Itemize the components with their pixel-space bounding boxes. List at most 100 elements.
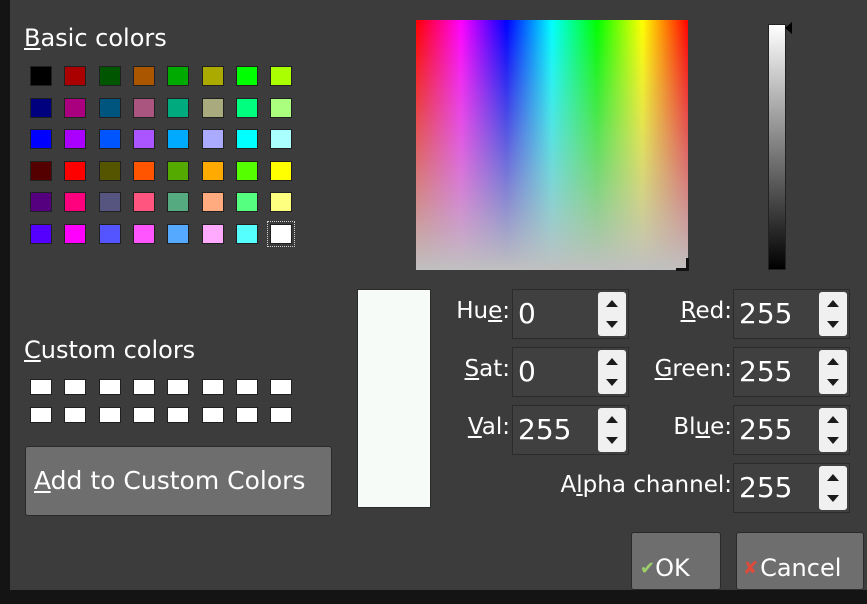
- basic-color-swatch[interactable]: [30, 129, 52, 149]
- ok-button[interactable]: ✔OK: [631, 532, 721, 590]
- basic-color-swatch[interactable]: [235, 223, 258, 244]
- basic-color-swatch[interactable]: [270, 160, 293, 181]
- basic-color-swatch[interactable]: [64, 97, 87, 118]
- basic-color-swatch[interactable]: [235, 66, 258, 86]
- down-arrow-icon[interactable]: [827, 437, 839, 444]
- green-spinbox[interactable]: 255: [733, 347, 850, 397]
- blue-stepper[interactable]: [819, 408, 847, 452]
- basic-color-swatch[interactable]: [270, 129, 293, 149]
- basic-color-swatch[interactable]: [30, 160, 52, 181]
- cancel-button[interactable]: ✘Cancel: [736, 532, 864, 590]
- alpha-spinbox[interactable]: 255: [733, 463, 850, 513]
- basic-color-swatch[interactable]: [132, 129, 155, 149]
- hue-value[interactable]: 0: [518, 298, 536, 330]
- basic-color-swatch[interactable]: [132, 97, 155, 118]
- basic-color-swatch[interactable]: [167, 223, 190, 244]
- basic-color-swatch[interactable]: [132, 223, 155, 244]
- blue-value[interactable]: 255: [739, 414, 792, 446]
- blue-spinbox[interactable]: 255: [733, 405, 850, 455]
- basic-color-swatch[interactable]: [98, 223, 121, 244]
- up-arrow-icon[interactable]: [827, 474, 839, 481]
- basic-color-swatch[interactable]: [201, 223, 224, 244]
- basic-color-swatch[interactable]: [201, 97, 224, 118]
- basic-color-swatch[interactable]: [235, 192, 258, 212]
- custom-color-swatch[interactable]: [30, 379, 52, 395]
- green-stepper[interactable]: [819, 350, 847, 394]
- basic-color-swatch[interactable]: [98, 129, 121, 149]
- basic-color-swatch[interactable]: [64, 129, 87, 149]
- down-arrow-icon[interactable]: [827, 321, 839, 328]
- down-arrow-icon[interactable]: [827, 495, 839, 502]
- custom-color-swatch[interactable]: [132, 407, 155, 423]
- up-arrow-icon[interactable]: [827, 300, 839, 307]
- basic-color-swatch[interactable]: [201, 129, 224, 149]
- basic-color-swatch[interactable]: [98, 192, 121, 212]
- basic-color-swatch[interactable]: [167, 160, 190, 181]
- red-stepper[interactable]: [819, 292, 847, 336]
- down-arrow-icon[interactable]: [606, 321, 618, 328]
- up-arrow-icon[interactable]: [606, 300, 618, 307]
- basic-color-swatch[interactable]: [201, 66, 224, 86]
- down-arrow-icon[interactable]: [827, 379, 839, 386]
- basic-color-swatch[interactable]: [64, 192, 87, 212]
- basic-color-swatch[interactable]: [98, 66, 121, 86]
- sat-value[interactable]: 0: [518, 356, 536, 388]
- basic-color-swatch[interactable]: [98, 160, 121, 181]
- custom-color-swatch[interactable]: [167, 407, 190, 423]
- custom-color-swatch[interactable]: [132, 379, 155, 395]
- basic-color-swatch[interactable]: [30, 97, 52, 118]
- up-arrow-icon[interactable]: [606, 416, 618, 423]
- custom-color-swatch[interactable]: [270, 407, 293, 423]
- custom-color-swatch[interactable]: [201, 407, 224, 423]
- custom-color-swatch[interactable]: [201, 379, 224, 395]
- basic-color-swatch[interactable]: [64, 223, 87, 244]
- basic-color-swatch[interactable]: [235, 97, 258, 118]
- hue-saturation-picker[interactable]: [416, 20, 688, 270]
- green-value[interactable]: 255: [739, 356, 792, 388]
- basic-color-swatch[interactable]: [30, 66, 52, 86]
- basic-color-swatch[interactable]: [201, 192, 224, 212]
- val-stepper[interactable]: [598, 408, 626, 452]
- basic-color-swatch[interactable]: [235, 160, 258, 181]
- alpha-stepper[interactable]: [819, 466, 847, 510]
- basic-color-swatch[interactable]: [235, 129, 258, 149]
- custom-color-swatch[interactable]: [167, 379, 190, 395]
- custom-color-swatch[interactable]: [64, 379, 87, 395]
- hue-spinbox[interactable]: 0: [512, 289, 629, 339]
- basic-color-swatch[interactable]: [167, 66, 190, 86]
- basic-color-swatch[interactable]: [64, 66, 87, 86]
- basic-color-swatch[interactable]: [167, 97, 190, 118]
- add-to-custom-colors-button[interactable]: Add to Custom Colors: [25, 446, 332, 516]
- basic-color-swatch[interactable]: [270, 192, 293, 212]
- sat-stepper[interactable]: [598, 350, 626, 394]
- custom-color-swatch[interactable]: [235, 379, 258, 395]
- basic-color-swatch[interactable]: [267, 220, 296, 247]
- sat-spinbox[interactable]: 0: [512, 347, 629, 397]
- red-spinbox[interactable]: 255: [733, 289, 850, 339]
- down-arrow-icon[interactable]: [606, 379, 618, 386]
- luminance-slider[interactable]: [768, 24, 786, 270]
- basic-color-swatch[interactable]: [270, 66, 293, 86]
- val-spinbox[interactable]: 255: [512, 405, 629, 455]
- basic-color-swatch[interactable]: [132, 66, 155, 86]
- up-arrow-icon[interactable]: [606, 358, 618, 365]
- basic-color-swatch[interactable]: [64, 160, 87, 181]
- alpha-value[interactable]: 255: [739, 472, 792, 504]
- red-value[interactable]: 255: [739, 298, 792, 330]
- custom-color-swatch[interactable]: [64, 407, 87, 423]
- up-arrow-icon[interactable]: [827, 358, 839, 365]
- basic-color-swatch[interactable]: [132, 160, 155, 181]
- basic-color-swatch[interactable]: [30, 223, 52, 244]
- custom-color-swatch[interactable]: [270, 379, 293, 395]
- val-value[interactable]: 255: [518, 414, 571, 446]
- custom-color-swatch[interactable]: [30, 407, 52, 423]
- basic-color-swatch[interactable]: [167, 129, 190, 149]
- basic-color-swatch[interactable]: [132, 192, 155, 212]
- custom-color-swatch[interactable]: [235, 407, 258, 423]
- basic-color-swatch[interactable]: [167, 192, 190, 212]
- custom-color-swatch[interactable]: [98, 379, 121, 395]
- luminance-arrow-icon[interactable]: [785, 22, 792, 34]
- basic-color-swatch[interactable]: [98, 97, 121, 118]
- hue-stepper[interactable]: [598, 292, 626, 336]
- basic-color-swatch[interactable]: [270, 97, 293, 118]
